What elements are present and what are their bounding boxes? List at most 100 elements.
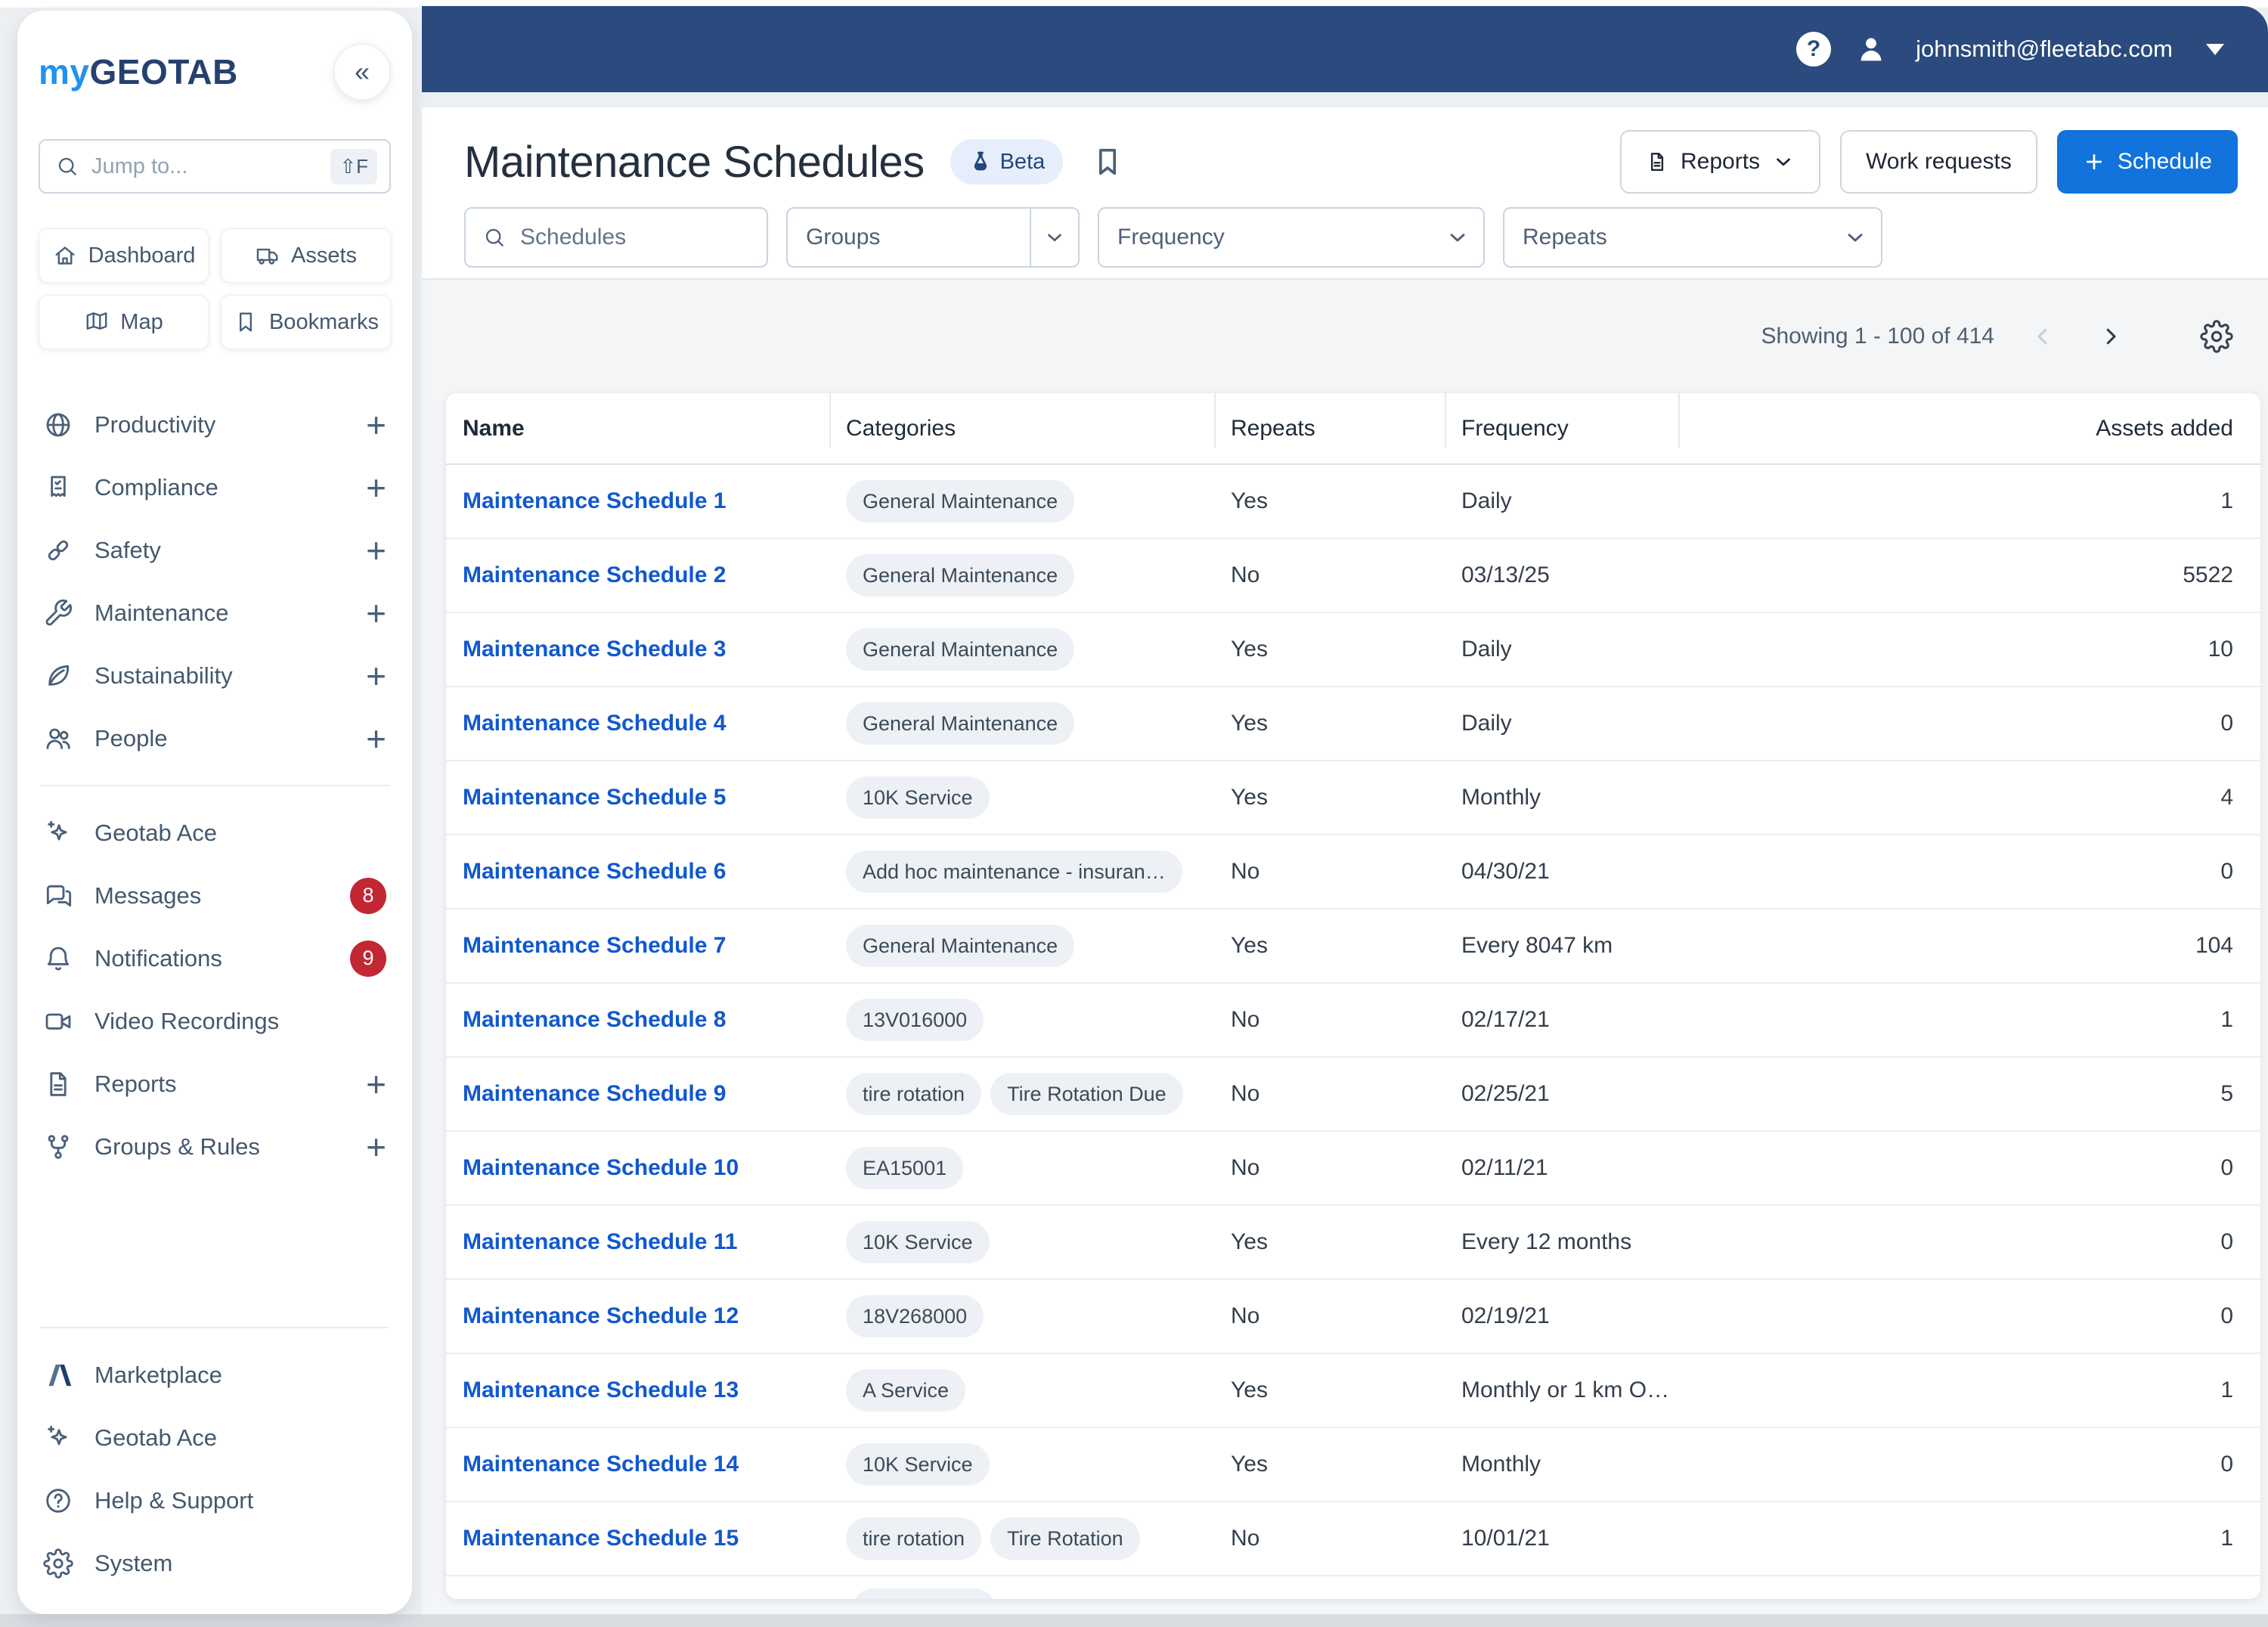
search-icon bbox=[485, 228, 503, 246]
sidebar-item-label: Compliance bbox=[94, 473, 218, 500]
column-header-assets-added[interactable]: Assets added bbox=[1678, 393, 2260, 463]
user-menu-caret-icon[interactable] bbox=[2206, 43, 2224, 55]
table-row: Maintenance Schedule 7 General Maintenanc… bbox=[446, 910, 2260, 984]
help-icon[interactable]: ? bbox=[1796, 32, 1832, 67]
expand-plus-button[interactable]: + bbox=[366, 659, 386, 693]
sidebar-item-compliance[interactable]: Compliance + bbox=[39, 456, 391, 519]
schedule-link[interactable]: Maintenance Schedule 15 bbox=[463, 1526, 739, 1551]
frequency-select[interactable]: Frequency bbox=[1098, 207, 1485, 268]
marketplace-icon bbox=[48, 1364, 72, 1386]
sidebar-item-geotab-ace[interactable]: Geotab Ace bbox=[39, 801, 391, 864]
sidebar-item-notifications[interactable]: Notifications 9 bbox=[39, 927, 391, 990]
groups-select-chevron-zone[interactable] bbox=[1030, 209, 1078, 266]
sidebar-item-people[interactable]: People + bbox=[39, 707, 391, 770]
work-requests-button[interactable]: Work requests bbox=[1840, 130, 2037, 194]
frequency-cell: 10/01/21 bbox=[1461, 1526, 1550, 1551]
schedules-search-input[interactable] bbox=[520, 225, 750, 250]
sidebar-item-reports[interactable]: Reports + bbox=[39, 1052, 391, 1115]
reports-button[interactable]: Reports bbox=[1619, 130, 1821, 194]
gear-icon bbox=[2200, 320, 2233, 353]
table-body: Maintenance Schedule 1 General Maintenanc… bbox=[446, 465, 2260, 1599]
schedule-link[interactable]: Maintenance Schedule 5 bbox=[463, 785, 726, 810]
expand-plus-button[interactable]: + bbox=[366, 408, 386, 442]
quick-link-label: Bookmarks bbox=[268, 309, 380, 334]
categories-cell: 18V268000 bbox=[829, 1295, 1214, 1337]
categories-cell: General Maintenance bbox=[829, 554, 1214, 597]
expand-plus-button[interactable]: + bbox=[366, 1067, 386, 1102]
quick-link-label: Dashboard bbox=[88, 243, 196, 268]
jump-to-input[interactable] bbox=[91, 153, 319, 179]
sidebar-item-messages[interactable]: Messages 8 bbox=[39, 864, 391, 927]
schedule-link[interactable]: Maintenance Schedule 2 bbox=[463, 562, 726, 588]
sidebar-item-safety[interactable]: Safety + bbox=[39, 519, 391, 581]
divider bbox=[40, 1327, 389, 1328]
content-area: Showing 1 - 100 of 414 Name Categories R… bbox=[422, 280, 2268, 1627]
repeats-select[interactable]: Repeats bbox=[1503, 207, 1882, 268]
chevron-right-icon bbox=[2106, 328, 2116, 345]
assets-added-cell: 0 bbox=[2220, 859, 2233, 884]
next-page-button[interactable] bbox=[2094, 320, 2127, 353]
filter-bar: Groups Frequency Repeats bbox=[464, 207, 2268, 268]
schedule-link[interactable]: Maintenance Schedule 6 bbox=[463, 859, 726, 885]
sidebar-item-productivity[interactable]: Productivity + bbox=[39, 393, 391, 456]
column-header-categories[interactable]: Categories bbox=[829, 393, 1214, 463]
user-email[interactable]: johnsmith@fleetabc.com bbox=[1916, 36, 2173, 63]
sidebar-item-marketplace[interactable]: Marketplace bbox=[39, 1343, 391, 1406]
sidebar-menu: Productivity + Compliance + Safety + Mai… bbox=[39, 393, 391, 770]
schedule-link[interactable]: Maintenance Schedule 13 bbox=[463, 1378, 739, 1403]
bookmark-icon[interactable] bbox=[1090, 144, 1125, 179]
schedule-link[interactable]: Maintenance Schedule 12 bbox=[463, 1303, 739, 1329]
sidebar-item-help-support[interactable]: Help & Support bbox=[39, 1469, 391, 1532]
schedule-link[interactable]: Maintenance Schedule 14 bbox=[463, 1452, 739, 1477]
groups-select[interactable]: Groups bbox=[786, 207, 1080, 268]
categories-cell: General Maintenance bbox=[829, 925, 1214, 967]
table-header: Name Categories Repeats Frequency Assets… bbox=[446, 393, 2260, 465]
schedule-link[interactable]: Maintenance Schedule 7 bbox=[463, 933, 726, 959]
search-icon bbox=[58, 157, 76, 175]
prev-page-button[interactable] bbox=[2026, 320, 2059, 353]
repeats-cell: Yes bbox=[1231, 488, 1268, 513]
expand-plus-button[interactable]: + bbox=[366, 721, 386, 756]
schedule-link[interactable]: Maintenance Schedule 4 bbox=[463, 711, 726, 736]
logo-my: my bbox=[39, 52, 90, 91]
column-header-repeats[interactable]: Repeats bbox=[1214, 393, 1445, 463]
sidebar-item-geotab-ace[interactable]: Geotab Ace bbox=[39, 1406, 391, 1469]
schedule-link[interactable]: Maintenance Schedule 11 bbox=[463, 1229, 737, 1255]
sidebar-item-assets[interactable]: Assets bbox=[221, 228, 391, 283]
schedule-link[interactable]: Maintenance Schedule 10 bbox=[463, 1155, 739, 1181]
add-schedule-button[interactable]: Schedule bbox=[2056, 130, 2238, 194]
sidebar-item-dashboard[interactable]: Dashboard bbox=[39, 228, 209, 283]
schedule-link[interactable]: Maintenance Schedule 9 bbox=[463, 1081, 726, 1107]
user-icon[interactable] bbox=[1854, 32, 1888, 67]
repeats-cell: Yes bbox=[1231, 1229, 1268, 1254]
assets-added-cell: 1 bbox=[2220, 1007, 2233, 1032]
table-settings-button[interactable] bbox=[2200, 320, 2233, 353]
schedules-search[interactable] bbox=[464, 207, 768, 268]
repeats-cell: Yes bbox=[1231, 933, 1268, 958]
column-header-name[interactable]: Name bbox=[446, 393, 829, 463]
expand-plus-button[interactable]: + bbox=[366, 596, 386, 631]
document-icon bbox=[1650, 153, 1664, 171]
expand-plus-button[interactable]: + bbox=[366, 470, 386, 505]
category-chip: General Maintenance bbox=[846, 480, 1075, 522]
column-header-frequency[interactable]: Frequency bbox=[1445, 393, 1678, 463]
schedule-link[interactable]: Maintenance Schedule 1 bbox=[463, 488, 726, 514]
frequency-select-label: Frequency bbox=[1117, 225, 1225, 249]
sidebar-item-map[interactable]: Map bbox=[39, 295, 209, 349]
app-logo[interactable]: myGEOTAB bbox=[39, 51, 238, 92]
jump-to-search[interactable]: ⇧F bbox=[39, 139, 391, 194]
sidebar-item-groups-rules[interactable]: Groups & Rules + bbox=[39, 1115, 391, 1178]
name-cell: Maintenance Schedule 7 bbox=[446, 933, 829, 959]
sidebar-item-bookmarks[interactable]: Bookmarks bbox=[221, 295, 391, 349]
assets-added-cell: 10 bbox=[2208, 637, 2233, 662]
expand-plus-button[interactable]: + bbox=[366, 533, 386, 568]
collapse-sidebar-button[interactable]: « bbox=[333, 43, 391, 101]
schedule-link[interactable]: Maintenance Schedule 8 bbox=[463, 1007, 726, 1033]
page-bottom-edge bbox=[0, 1614, 2268, 1627]
sidebar-item-video-recordings[interactable]: Video Recordings bbox=[39, 990, 391, 1052]
schedule-link[interactable]: Maintenance Schedule 3 bbox=[463, 637, 726, 662]
sidebar-item-maintenance[interactable]: Maintenance + bbox=[39, 581, 391, 644]
sidebar-item-system[interactable]: System bbox=[39, 1532, 391, 1594]
sidebar-item-sustainability[interactable]: Sustainability + bbox=[39, 644, 391, 707]
expand-plus-button[interactable]: + bbox=[366, 1130, 386, 1164]
